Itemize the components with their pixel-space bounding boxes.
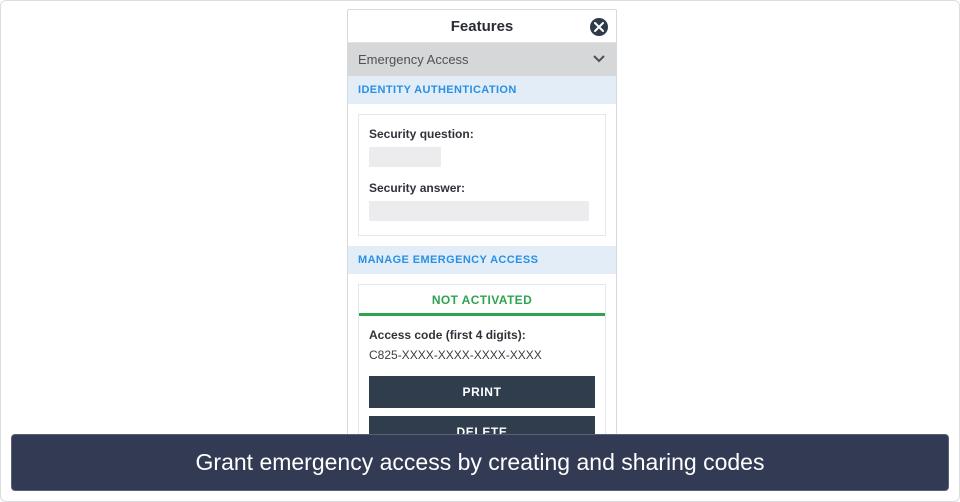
- identity-auth-card: Security question: Security answer:: [358, 114, 606, 236]
- caption: Grant emergency access by creating and s…: [11, 434, 949, 491]
- access-code-value: C825-XXXX-XXXX-XXXX-XXXX: [369, 348, 595, 362]
- activation-status: NOT ACTIVATED: [359, 285, 605, 316]
- access-code-label: Access code (first 4 digits):: [369, 328, 595, 342]
- section-identity-auth-label: IDENTITY AUTHENTICATION: [348, 76, 616, 104]
- security-answer-label: Security answer:: [369, 181, 595, 195]
- section-manage-label: MANAGE EMERGENCY ACCESS: [348, 246, 616, 274]
- dropdown-selected: Emergency Access: [358, 52, 469, 67]
- chevron-down-icon: [592, 51, 606, 68]
- security-question-label: Security question:: [369, 127, 595, 141]
- features-panel: Features Emergency Access IDENTITY AUTHE…: [347, 9, 617, 476]
- panel-title: Features: [451, 18, 514, 35]
- panel-header: Features: [348, 10, 616, 43]
- security-answer-input[interactable]: [369, 201, 589, 221]
- print-button[interactable]: PRINT: [369, 376, 595, 408]
- close-icon[interactable]: [590, 18, 608, 36]
- feature-dropdown[interactable]: Emergency Access: [348, 43, 616, 76]
- security-question-input[interactable]: [369, 147, 441, 167]
